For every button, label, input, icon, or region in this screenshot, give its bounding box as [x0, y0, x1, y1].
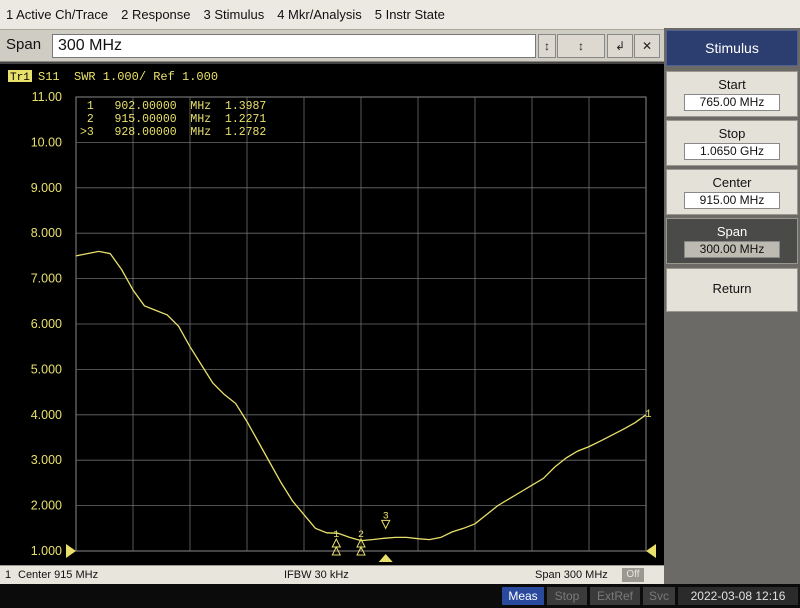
span-entry-field[interactable]: 300 MHz — [52, 34, 536, 58]
status-span: Span 300 MHz — [535, 569, 608, 581]
softkey-center[interactable]: Center 915.00 MHz — [666, 169, 798, 215]
status-channel: 1 — [5, 569, 12, 581]
svc-indicator[interactable]: Svc — [643, 587, 675, 605]
marker-layer: 1 2 3 — [331, 511, 393, 562]
y-tick-label: 8.000 — [31, 226, 62, 240]
marker-readout-1: 1 902.00000 MHz 1.3987 — [80, 100, 266, 113]
menu-mkr-analysis[interactable]: 4 Mkr/Analysis — [271, 7, 369, 22]
y-tick-labels: 11.00 10.00 9.000 8.000 7.000 6.000 5.000 4.000… — [31, 90, 62, 558]
trace-header: S11 SWR 1.000/ Ref 1.000 — [38, 70, 218, 84]
softkey-start-label: Start — [718, 77, 746, 92]
menu-stimulus[interactable]: 3 Stimulus — [198, 7, 272, 22]
y-tick-label: 6.000 — [31, 317, 62, 331]
enter-icon[interactable]: ↲ — [607, 34, 633, 58]
extref-indicator[interactable]: ExtRef — [590, 587, 640, 605]
y-tick-label: 9.000 — [31, 181, 62, 195]
y-tick-label: 2.000 — [31, 499, 62, 513]
softkey-title: Stimulus — [666, 30, 798, 66]
marker-3-label: 3 — [383, 511, 389, 522]
marker-readout-3: >3 928.00000 MHz 1.2782 — [80, 126, 266, 139]
menu-active-ch-trace[interactable]: 1 Active Ch/Trace — [0, 7, 115, 22]
ref-level-arrow-left[interactable] — [66, 544, 76, 558]
y-tick-label: 7.000 — [31, 272, 62, 286]
close-icon[interactable]: ✕ — [634, 34, 660, 58]
softkey-span[interactable]: Span 300.00 MHz — [666, 218, 798, 264]
spin-up-down-icon[interactable]: ↕ — [538, 34, 556, 58]
softkey-start[interactable]: Start 765.00 MHz — [666, 71, 798, 117]
softkey-stop-label: Stop — [718, 126, 746, 141]
softkey-span-value[interactable]: 300.00 MHz — [684, 241, 780, 258]
entry-bar: Span 300 MHz ↕ ↕ ↲ ✕ — [0, 30, 664, 62]
softkey-center-value[interactable]: 915.00 MHz — [684, 192, 780, 209]
status-center: Center 915 MHz — [18, 569, 99, 581]
status-bar: 1 Center 915 MHz IFBW 30 kHz Span 300 MH… — [0, 565, 664, 584]
softkey-panel: Stimulus Start 765.00 MHz Stop 1.0650 GH… — [664, 28, 800, 584]
chart-grid — [75, 96, 647, 552]
menu-instr-state[interactable]: 5 Instr State — [369, 7, 452, 22]
softkey-start-value[interactable]: 765.00 MHz — [684, 94, 780, 111]
trace-tag: Tr1 — [10, 72, 30, 84]
ref-level-arrow-right[interactable] — [646, 544, 656, 558]
softkey-stop[interactable]: Stop 1.0650 GHz — [666, 120, 798, 166]
y-tick-label: 3.000 — [31, 453, 62, 467]
menu-bar: 1 Active Ch/Trace 2 Response 3 Stimulus … — [0, 0, 800, 30]
marker-1-label: 1 — [333, 530, 339, 541]
marker-readout-2: 2 915.00000 MHz 1.2271 — [80, 113, 266, 126]
step-up-down-icon[interactable]: ↕ — [557, 34, 605, 58]
status-off-badge: Off — [622, 568, 644, 582]
y-tick-label: 10.00 — [31, 135, 62, 149]
trace-end-label: 1 — [645, 409, 652, 421]
datetime-display: 2022-03-08 12:16 — [678, 587, 798, 605]
menu-response[interactable]: 2 Response — [115, 7, 197, 22]
y-tick-label: 5.000 — [31, 362, 62, 376]
softkey-return-label: Return — [712, 281, 752, 296]
status-ifbw: IFBW 30 kHz — [284, 569, 349, 581]
softkey-stop-value[interactable]: 1.0650 GHz — [684, 143, 780, 160]
marker-2-label: 2 — [358, 530, 364, 541]
stop-indicator[interactable]: Stop — [547, 587, 587, 605]
entry-label: Span — [6, 36, 42, 53]
softkey-return[interactable]: Return — [666, 268, 798, 312]
marker-3-stimulus-arrow — [378, 554, 393, 562]
trace-display[interactable]: 11.00 10.00 9.000 8.000 7.000 6.000 5.000 4.000… — [0, 62, 664, 565]
softkey-center-label: Center — [712, 175, 752, 190]
swr-chart: 11.00 10.00 9.000 8.000 7.000 6.000 5.000 4.000… — [8, 70, 656, 562]
y-tick-label: 1.000 — [31, 544, 62, 558]
softkey-span-label: Span — [716, 224, 748, 239]
y-tick-label: 4.000 — [31, 408, 62, 422]
meas-indicator[interactable]: Meas — [502, 587, 544, 605]
marker-3[interactable]: 3 — [378, 511, 393, 562]
system-bar: Meas Stop ExtRef Svc 2022-03-08 12:16 — [0, 584, 800, 608]
y-tick-label: 11.00 — [32, 90, 62, 104]
